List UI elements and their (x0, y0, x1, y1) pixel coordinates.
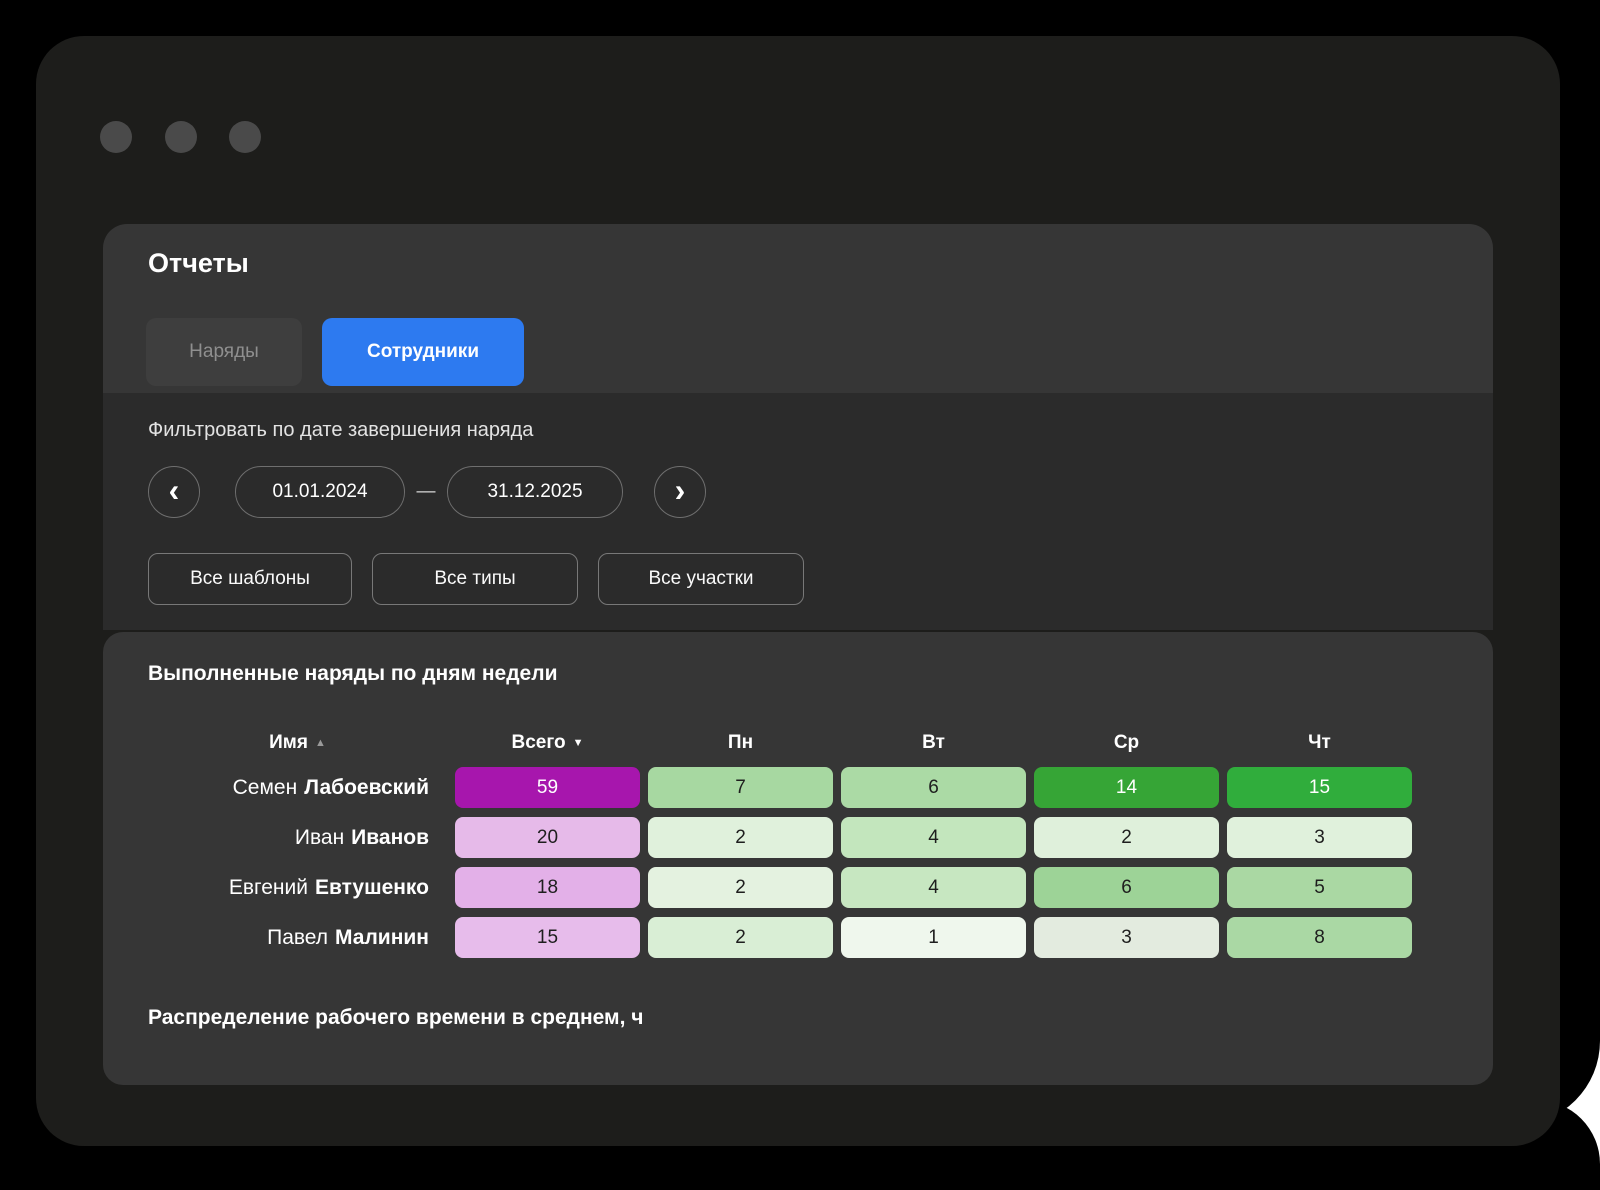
heatmap-cell-mon: 2 (648, 867, 833, 908)
column-header-total[interactable]: Всего ▼ (455, 728, 640, 758)
weekday-report-card: Выполненные наряды по дням недели Имя ▲ … (103, 632, 1493, 1085)
page-title: Отчеты (148, 248, 249, 279)
filter-dropdowns: Все шаблоны Все типы Все участки (148, 553, 804, 605)
weekday-report-title: Выполненные наряды по дням недели (148, 662, 557, 686)
column-header-wed: Ср (1034, 728, 1219, 758)
heatmap-cell-mon: 7 (648, 767, 833, 808)
column-header-tue: Вт (841, 728, 1026, 758)
time-report-title: Распределение рабочего времени в среднем… (148, 1006, 643, 1030)
types-filter-label: Все типы (434, 568, 515, 590)
heatmap-cell-tue: 1 (841, 917, 1026, 958)
heatmap-cell-thu: 8 (1227, 917, 1412, 958)
column-header-name-label: Имя (269, 732, 308, 754)
filter-band: Фильтровать по дате завершения наряда ‹ … (103, 393, 1493, 630)
prev-period-button[interactable]: ‹ (148, 466, 200, 518)
sections-filter-label: Все участки (648, 568, 753, 590)
heatmap-cell-thu: 3 (1227, 817, 1412, 858)
date-filter-label: Фильтровать по дате завершения наряда (148, 419, 533, 442)
heatmap-cell-wed: 14 (1034, 767, 1219, 808)
column-header-total-label: Всего (511, 732, 565, 754)
heatmap-cell-total: 59 (455, 767, 640, 808)
templates-filter-label: Все шаблоны (190, 568, 310, 590)
heatmap-cell-total: 18 (455, 867, 640, 908)
types-filter-button[interactable]: Все типы (372, 553, 578, 605)
column-header-thu: Чт (1227, 728, 1412, 758)
employee-name: СеменЛабоевский (148, 767, 447, 808)
heatmap-cell-thu: 5 (1227, 867, 1412, 908)
window-control-dot-2[interactable] (165, 121, 197, 153)
sections-filter-button[interactable]: Все участки (598, 553, 804, 605)
heatmap-cell-tue: 4 (841, 867, 1026, 908)
employee-name: ИванИванов (148, 817, 447, 858)
heatmap-cell-tue: 6 (841, 767, 1026, 808)
tab-naryady-label: Наряды (189, 341, 259, 363)
heatmap-cell-tue: 4 (841, 817, 1026, 858)
tab-sotrudniki-label: Сотрудники (367, 341, 479, 363)
date-from-field[interactable]: 01.01.2024 (235, 466, 405, 518)
templates-filter-button[interactable]: Все шаблоны (148, 553, 352, 605)
column-header-name[interactable]: Имя ▲ (148, 728, 447, 758)
date-to-value: 31.12.2025 (487, 481, 582, 503)
heatmap-cell-total: 15 (455, 917, 640, 958)
date-to-field[interactable]: 31.12.2025 (447, 466, 623, 518)
weekday-heatmap-table: Имя ▲ Всего ▼ Пн Вт Ср Чт СеменЛабоевски… (148, 728, 1412, 958)
sort-desc-icon: ▼ (573, 738, 584, 749)
column-header-mon: Пн (648, 728, 833, 758)
window-control-dot-3[interactable] (229, 121, 261, 153)
employee-name: ПавелМалинин (148, 917, 447, 958)
page-canvas: Отчеты Наряды Сотрудники Фильтровать по … (0, 0, 1600, 1190)
heatmap-cell-wed: 6 (1034, 867, 1219, 908)
window-control-dot-1[interactable] (100, 121, 132, 153)
main-content: Отчеты Наряды Сотрудники Фильтровать по … (103, 224, 1493, 1085)
tab-sotrudniki[interactable]: Сотрудники (322, 318, 524, 386)
next-period-button[interactable]: › (654, 466, 706, 518)
date-range-dash: — (405, 481, 447, 503)
report-tabs: Наряды Сотрудники (146, 318, 524, 386)
sort-asc-icon: ▲ (315, 738, 326, 749)
tab-naryady[interactable]: Наряды (146, 318, 302, 386)
heatmap-cell-total: 20 (455, 817, 640, 858)
heatmap-cell-mon: 2 (648, 817, 833, 858)
heatmap-cell-wed: 3 (1034, 917, 1219, 958)
employee-name: ЕвгенийЕвтушенко (148, 867, 447, 908)
report-header-band: Отчеты Наряды Сотрудники (103, 224, 1493, 393)
date-from-value: 01.01.2024 (272, 481, 367, 503)
heatmap-cell-thu: 15 (1227, 767, 1412, 808)
app-window: Отчеты Наряды Сотрудники Фильтровать по … (36, 36, 1560, 1146)
heatmap-cell-mon: 2 (648, 917, 833, 958)
heatmap-cell-wed: 2 (1034, 817, 1219, 858)
date-range-picker: ‹ 01.01.2024 — 31.12.2025 › (148, 466, 706, 518)
